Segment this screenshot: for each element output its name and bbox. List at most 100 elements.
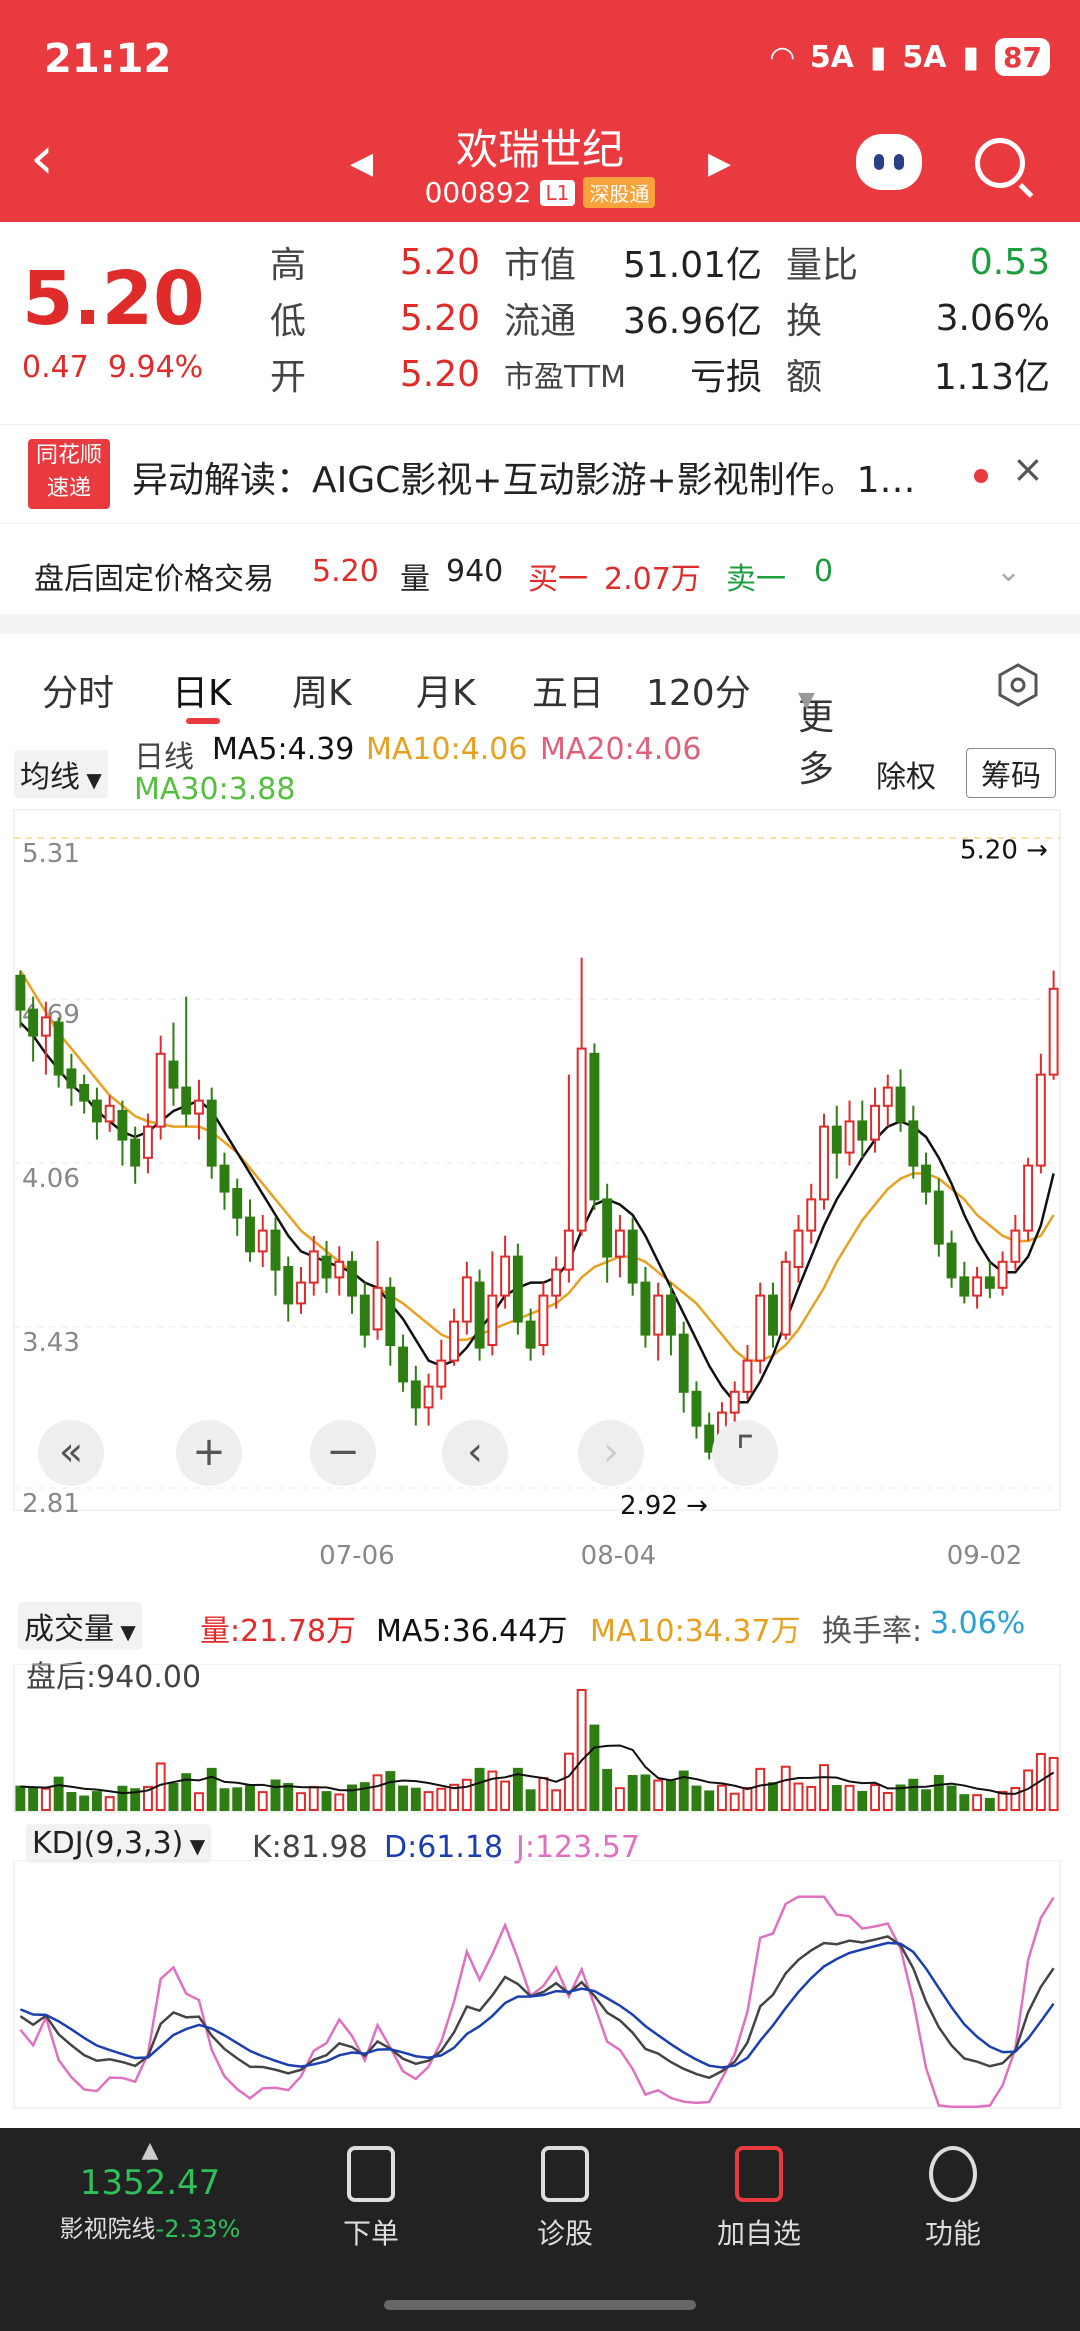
quote-label: 量比 [786,245,859,286]
tab-weekly-k[interactable]: 周K [292,664,352,716]
active-tab-indicator [186,718,220,724]
quote-grid: 高 5.20 市值 51.01亿 量比 0.53 低 5.20 流通 36.96… [270,234,1070,402]
kdj-select[interactable]: KDJ(9,3,3) ▼ [26,1824,212,1863]
tab-five-day[interactable]: 五日 [532,664,604,716]
candle-body [806,1198,817,1232]
volume-bar [538,1776,549,1811]
high-price-label: 5.20 → [960,836,1048,866]
quote-value: 1.13亿 [933,357,1050,398]
zoom-out-icon[interactable]: − [310,1420,376,1486]
volume-label: 量 [400,562,430,597]
candle [245,1199,255,1262]
quote-label: 流通 [504,301,577,342]
candle [614,1215,625,1278]
ma-select[interactable]: 均线 ▼ [14,750,108,798]
after-hours-row[interactable]: 盘后固定价格交易 5.20 量 940 买一 2.07万 卖一 0 ⌄ [0,530,1080,614]
news-headline[interactable]: 异动解读：AIGC影视+互动影游+影视制作。1… [132,451,916,503]
candle-body [908,1120,919,1167]
kline-chart[interactable]: 5.314.694.063.432.8107-06 08-04 09-02 5.20… [0,808,1080,1568]
tab-daily-k[interactable]: 日K [172,664,232,716]
candle [334,1246,345,1296]
candle-body [933,1190,944,1245]
fullscreen-icon[interactable]: ⌜ [712,1420,778,1486]
candle-body [334,1260,345,1279]
candle [602,1183,613,1283]
caret-up-icon: ▲ [141,2138,159,2163]
tab-monthly-k[interactable]: 月K [416,664,476,716]
volume-bar [487,1770,498,1811]
volume-bar [461,1778,472,1811]
volume-bar [53,1776,64,1811]
nav-diagnose[interactable]: 诊股 [490,2146,640,2252]
volume-bar [15,1785,26,1811]
kdj-chart[interactable] [0,1860,1080,2110]
index-widget[interactable]: ▲ 1352.47 影视院线-2.33% [30,2138,270,2244]
assistant-robot-icon[interactable] [856,134,922,190]
candle-body [104,1104,115,1123]
volume-bar [551,1789,562,1811]
candle-body [1035,1073,1046,1167]
candle [461,1261,472,1335]
volume-bar [423,1791,434,1811]
volume-ma5: MA5:36.44万 [376,1614,568,1649]
tab-intraday[interactable]: 分时 [42,664,114,716]
volume-bar [755,1767,766,1811]
candle-body [882,1086,893,1107]
close-icon[interactable]: × [1012,447,1044,491]
stock-code: 000892 [424,176,532,209]
home-indicator[interactable] [384,2300,696,2310]
volume-bar [704,1790,715,1811]
volume-bar [270,1779,281,1812]
candle [232,1178,243,1236]
candle-body [245,1216,255,1253]
candle [372,1241,383,1340]
nav-functions[interactable]: 功能 [878,2146,1028,2252]
ex-rights-toggle[interactable]: 除权 [876,752,936,796]
nav-add-watchlist[interactable]: 加自选 [684,2146,834,2252]
volume-chart[interactable] [0,1664,1080,1814]
settings-hex-icon[interactable] [995,662,1041,708]
candle-body [729,1390,740,1414]
candle-body [194,1099,204,1115]
candle [538,1282,549,1356]
x-tick-label: 08-04 [581,1541,657,1568]
volume-bar [780,1765,791,1812]
search-icon[interactable] [975,138,1025,188]
volume-bar [921,1789,932,1811]
sell1-label: 卖一 [726,562,786,597]
volume-select[interactable]: 成交量 ▼ [18,1602,142,1650]
volume-bar [245,1784,255,1811]
change-value: 0.47 [22,350,89,385]
scroll-right-icon[interactable]: › [578,1420,644,1486]
volume-bar [627,1775,638,1812]
index-caption: 影视院线-2.33% [30,2209,270,2244]
chevron-down-icon[interactable]: ⌄ [996,554,1021,589]
candle-body [461,1276,472,1323]
zoom-out-fast-icon[interactable]: « [38,1420,104,1486]
candle [921,1152,932,1205]
candle [755,1282,766,1374]
document-icon [347,2146,395,2202]
candle [525,1308,536,1361]
volume-bar [91,1791,102,1811]
candle-body [359,1294,370,1336]
volume-bar [283,1783,294,1812]
buy1-label: 买一 [528,562,588,597]
news-banner[interactable]: 同花顺 速递 异动解读：AIGC影视+互动影游+影视制作。1… × [0,424,1080,524]
ma20-legend: MA20:4.06 [540,732,702,767]
candle [806,1183,817,1244]
scroll-left-icon[interactable]: ‹ [442,1420,508,1486]
candle [359,1282,370,1348]
tab-120min[interactable]: 120分 [646,664,751,716]
candle [436,1339,447,1400]
zoom-in-icon[interactable]: + [176,1420,242,1486]
candle-body [385,1286,396,1346]
news-logo: 同花顺 速递 [28,439,110,509]
candle-body [742,1359,753,1393]
quote-value: 0.53 [969,241,1050,283]
candle-body [576,1047,587,1232]
nav-order[interactable]: 下单 [296,2146,446,2252]
candle [194,1079,204,1140]
volume-bar [857,1790,868,1812]
chips-button[interactable]: 筹码 [966,748,1056,798]
